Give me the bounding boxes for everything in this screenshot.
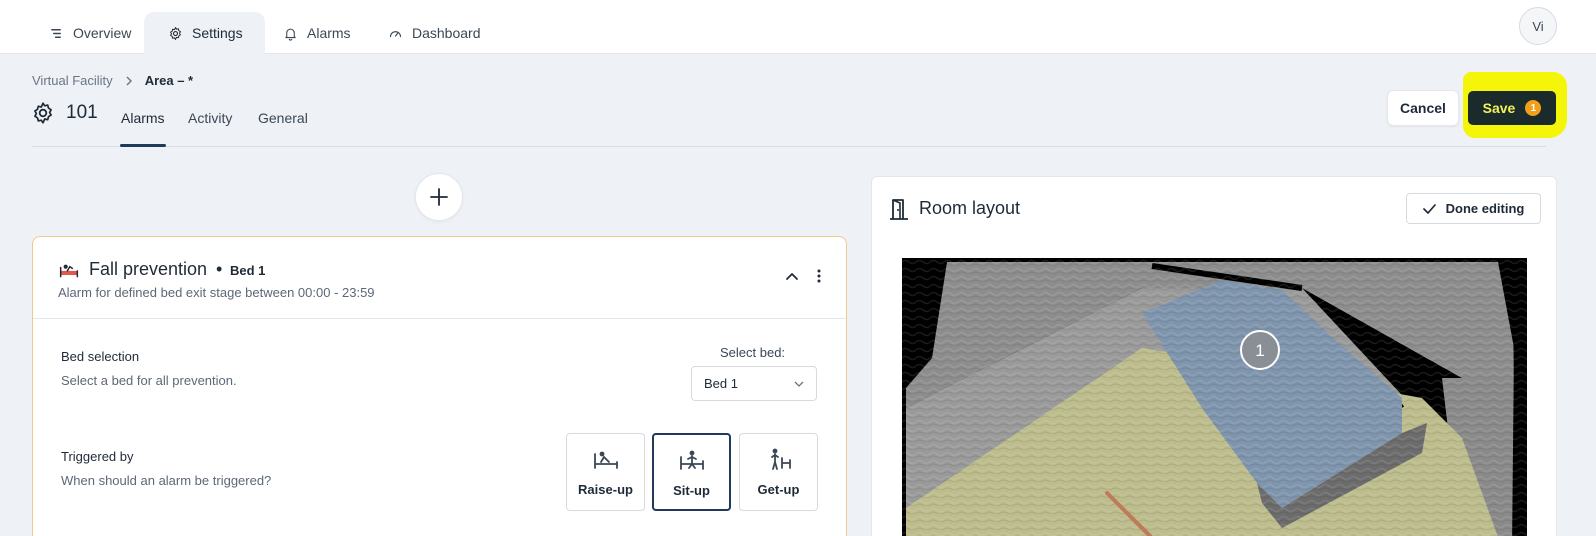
nav-tab-settings[interactable]: Settings xyxy=(144,12,265,54)
alarm-bed-name: Bed 1 xyxy=(230,263,266,278)
alarm-card: Fall prevention • Bed 1 Alarm for define… xyxy=(32,236,847,536)
header-divider xyxy=(32,146,1546,147)
page-title: 101 xyxy=(66,102,98,123)
room-layout-panel: Room layout Done editing 1 xyxy=(871,176,1557,536)
avatar[interactable]: Vi xyxy=(1519,7,1557,45)
trigger-option-label: Get-up xyxy=(757,482,800,497)
room-layout-canvas: 1 xyxy=(902,258,1527,536)
get-up-icon xyxy=(770,448,791,470)
save-button[interactable]: Save 1 xyxy=(1468,91,1556,125)
done-editing-button[interactable]: Done editing xyxy=(1406,193,1541,224)
nav-tab-label: Dashboard xyxy=(412,25,481,41)
plus-icon xyxy=(430,188,448,206)
chevron-up-icon[interactable] xyxy=(785,269,799,283)
add-alarm-button[interactable] xyxy=(415,173,463,221)
trigger-option-label: Sit-up xyxy=(673,483,710,498)
bed-marker-number: 1 xyxy=(1255,341,1264,360)
breadcrumb: Virtual Facility Area – * xyxy=(32,73,193,88)
nav-tab-dashboard[interactable]: Dashboard xyxy=(388,12,481,54)
room-layout-title: Room layout xyxy=(919,198,1021,218)
alarm-title: Fall prevention xyxy=(89,259,208,279)
nav-tab-alarms[interactable]: Alarms xyxy=(283,12,351,54)
raise-up-icon xyxy=(593,451,618,469)
bed-select[interactable]: Bed 1 xyxy=(691,366,817,401)
triggered-by-help: When should an alarm be triggered? xyxy=(61,473,272,488)
gear-icon xyxy=(34,102,52,124)
alarm-card-header[interactable]: Fall prevention • Bed 1 Alarm for define… xyxy=(33,237,846,319)
nav-tab-overview[interactable]: Overview xyxy=(49,12,139,54)
chevron-down-icon xyxy=(794,381,804,387)
check-icon xyxy=(1422,203,1436,214)
trigger-option-label: Raise-up xyxy=(578,482,633,497)
cancel-button[interactable]: Cancel xyxy=(1387,90,1459,126)
bed-selection-label: Bed selection xyxy=(61,349,140,364)
trigger-option-sit-up[interactable]: Sit-up xyxy=(652,433,731,511)
sit-up-icon xyxy=(679,450,704,470)
bell-icon xyxy=(285,28,296,41)
nav-tab-label: Overview xyxy=(73,25,132,41)
breadcrumb-current: Area – * xyxy=(144,73,194,88)
bed-select-value: Bed 1 xyxy=(704,376,738,391)
save-button-label: Save xyxy=(1482,100,1516,116)
tab-alarms[interactable]: Alarms xyxy=(121,110,165,126)
nav-tab-label: Alarms xyxy=(307,25,351,41)
nav-tab-label: Settings xyxy=(192,25,243,41)
gear-icon xyxy=(170,26,181,40)
trigger-option-raise-up[interactable]: Raise-up xyxy=(566,433,645,511)
done-editing-label: Done editing xyxy=(1445,201,1525,216)
top-navigation: Overview Settings Alarms Dashboard Vi xyxy=(0,0,1596,54)
triggered-by-label: Triggered by xyxy=(61,449,134,464)
select-bed-label: Select bed: xyxy=(720,345,786,360)
bed-person-icon xyxy=(59,264,79,278)
door-icon xyxy=(890,199,908,220)
alarm-description: Alarm for defined bed exit stage between… xyxy=(58,285,375,300)
active-tab-indicator xyxy=(120,144,166,147)
trigger-option-get-up[interactable]: Get-up xyxy=(739,433,818,511)
more-vertical-icon[interactable] xyxy=(812,268,826,284)
room-depth-image[interactable]: 1 xyxy=(902,258,1527,536)
list-icon xyxy=(51,28,61,38)
tab-general[interactable]: General xyxy=(258,110,308,126)
gauge-icon xyxy=(389,30,402,37)
chevron-right-icon xyxy=(126,76,132,85)
unsaved-count-badge: 1 xyxy=(1525,100,1542,116)
tab-activity[interactable]: Activity xyxy=(188,110,232,126)
title-separator: • xyxy=(216,259,223,279)
bed-selection-help: Select a bed for all prevention. xyxy=(61,373,237,388)
breadcrumb-parent[interactable]: Virtual Facility xyxy=(32,73,113,88)
